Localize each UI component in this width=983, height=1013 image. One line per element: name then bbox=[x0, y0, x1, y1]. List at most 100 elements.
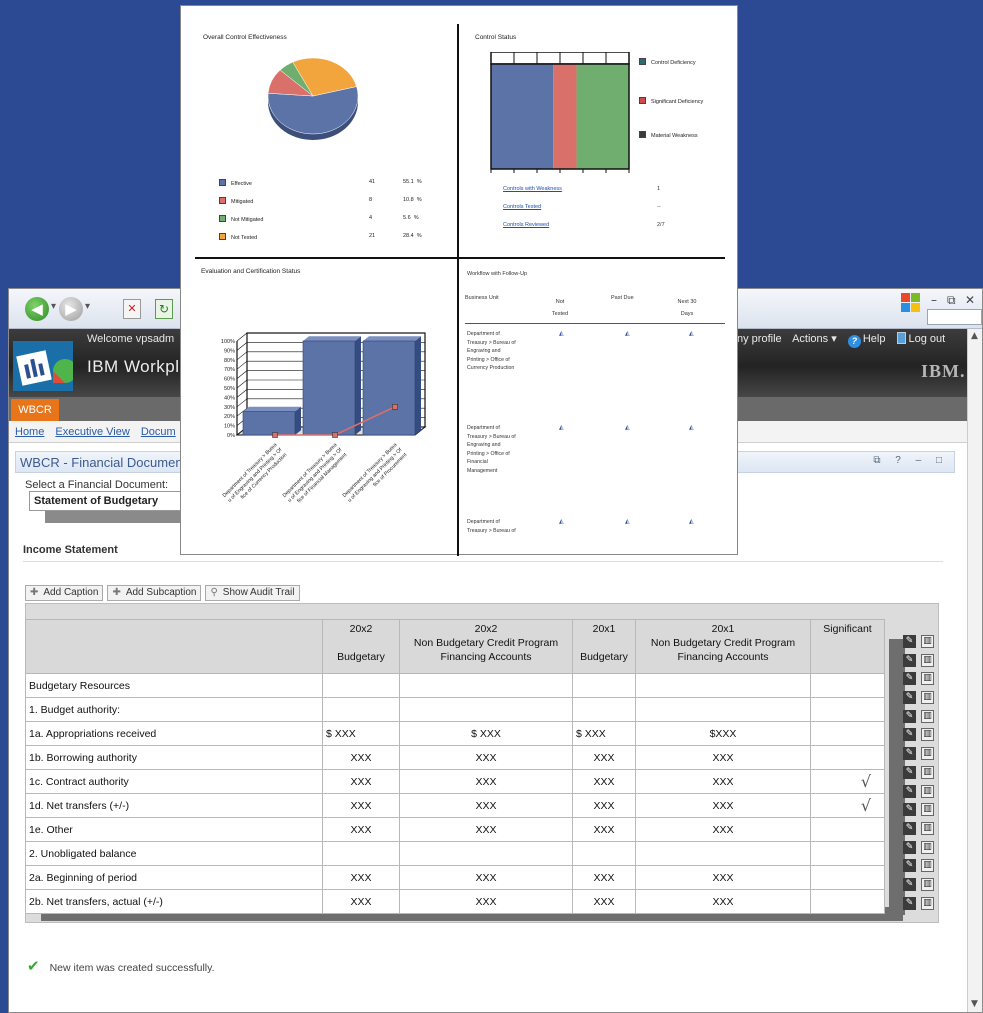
portlet-controls-icon[interactable]: ⧉ ? – □ bbox=[873, 455, 948, 466]
edit-icon[interactable]: ✎ bbox=[903, 728, 916, 742]
close-icon[interactable]: ✕ bbox=[965, 293, 975, 307]
edit-icon[interactable]: ✎ bbox=[903, 672, 916, 686]
edit-icon[interactable]: ✎ bbox=[903, 877, 916, 891]
row-actions-item: ✎ ▥ bbox=[901, 652, 941, 670]
table-row[interactable]: 1d. Net transfers (+/-) XXX XXX XXX XXX √ bbox=[25, 793, 885, 818]
delete-icon[interactable]: ▥ bbox=[921, 653, 934, 667]
legend-item: Significant Deficiency bbox=[639, 97, 709, 107]
legend-item: Not Tested bbox=[219, 233, 257, 241]
cell-20x2-budgetary: XXX bbox=[322, 865, 400, 890]
delete-icon[interactable]: ▥ bbox=[921, 747, 934, 761]
workflow-row-label[interactable]: Department of Treasury > Bureau of Engra… bbox=[467, 424, 517, 476]
minimize-icon[interactable]: – bbox=[931, 293, 937, 307]
edit-icon[interactable]: ✎ bbox=[903, 803, 916, 817]
scroll-down-icon[interactable]: ▼ bbox=[971, 999, 978, 1009]
cell-significant bbox=[810, 865, 885, 890]
edit-icon[interactable]: ✎ bbox=[903, 709, 916, 723]
legend-percent: 5.6 % bbox=[403, 215, 419, 221]
search-input[interactable] bbox=[927, 309, 982, 325]
cell-20x1-budgetary: XXX bbox=[572, 745, 636, 770]
actions-menu[interactable]: Actions ▾ bbox=[792, 333, 837, 345]
status-link[interactable]: Controls Reviewed bbox=[503, 222, 549, 228]
table-row[interactable]: 1e. Other XXX XXX XXX XXX bbox=[25, 817, 885, 842]
delete-icon[interactable]: ▥ bbox=[921, 765, 934, 779]
row-actions-item: ✎ ▥ bbox=[901, 801, 941, 819]
workflow-row-label[interactable]: Department of Treasury > Bureau of bbox=[467, 518, 517, 535]
edit-icon[interactable]: ✎ bbox=[903, 747, 916, 761]
stop-icon[interactable]: ✕ bbox=[123, 299, 141, 319]
table-row[interactable]: 2. Unobligated balance bbox=[25, 841, 885, 866]
workflow-row-label[interactable]: Department of Treasury > Bureau of Engra… bbox=[467, 330, 517, 373]
cell-significant bbox=[810, 817, 885, 842]
delete-icon[interactable]: ▥ bbox=[921, 840, 934, 854]
y-tick-label: 0% bbox=[227, 433, 235, 439]
nav-home[interactable]: Home bbox=[15, 426, 44, 438]
table-row[interactable]: 1. Budget authority: bbox=[25, 697, 885, 722]
tab-wbcr[interactable]: WBCR bbox=[11, 399, 59, 421]
table-row[interactable]: 1c. Contract authority XXX XXX XXX XXX √ bbox=[25, 769, 885, 794]
legend-percent: 10.8 % bbox=[403, 197, 422, 203]
delete-icon[interactable]: ▥ bbox=[921, 821, 934, 835]
forward-icon[interactable]: ▶ bbox=[59, 297, 83, 321]
edit-icon[interactable]: ✎ bbox=[903, 859, 916, 873]
cell-significant bbox=[810, 697, 885, 722]
status-link-value: 1 bbox=[657, 186, 661, 192]
scroll-up-icon[interactable]: ▲ bbox=[971, 331, 978, 341]
edit-icon[interactable]: ✎ bbox=[903, 821, 916, 835]
column-header-label bbox=[25, 619, 323, 674]
restore-icon[interactable]: ⧉ bbox=[947, 293, 956, 308]
status-segment bbox=[576, 64, 629, 169]
delete-icon[interactable]: ▥ bbox=[921, 803, 934, 817]
edit-icon[interactable]: ✎ bbox=[903, 691, 916, 705]
cell-20x2-financing: XXX bbox=[399, 793, 573, 818]
table-row[interactable]: Budgetary Resources bbox=[25, 673, 885, 698]
edit-icon[interactable]: ✎ bbox=[903, 896, 916, 910]
delete-icon[interactable]: ▥ bbox=[921, 859, 934, 873]
table-row[interactable]: 1a. Appropriations received $ XXX $ XXX $ X… bbox=[25, 721, 885, 746]
cell-20x1-financing: $XXX bbox=[635, 721, 811, 746]
delete-icon[interactable]: ▥ bbox=[921, 635, 934, 648]
delete-icon[interactable]: ▥ bbox=[921, 728, 934, 742]
vertical-scrollbar[interactable]: ▲ ▼ bbox=[967, 329, 982, 1012]
table-row[interactable]: 1b. Borrowing authority XXX XXX XXX XXX bbox=[25, 745, 885, 770]
status-link[interactable]: Controls with Weakness bbox=[503, 186, 562, 192]
table-row[interactable]: 2b. Net transfers, actual (+/-) XXX XXX XXX… bbox=[25, 889, 885, 914]
edit-icon[interactable]: ✎ bbox=[903, 784, 916, 798]
back-icon[interactable]: ◀ bbox=[25, 297, 49, 321]
table-row[interactable]: 2a. Beginning of period XXX XXX XXX XXX bbox=[25, 865, 885, 890]
cell-20x2-budgetary bbox=[322, 697, 400, 722]
my-profile-link[interactable]: ny profile bbox=[737, 333, 782, 345]
delete-icon[interactable]: ▥ bbox=[921, 896, 934, 910]
edit-icon[interactable]: ✎ bbox=[903, 840, 916, 854]
nav-documents[interactable]: Docum bbox=[141, 426, 176, 438]
cell-20x1-financing bbox=[635, 697, 811, 722]
row-actions-item: ✎ ▥ bbox=[901, 839, 941, 857]
add-caption-button[interactable]: ✚ Add Caption bbox=[25, 585, 104, 601]
add-subcaption-button[interactable]: ✚ Add Subcaption bbox=[107, 585, 202, 601]
cell-20x2-financing: XXX bbox=[399, 889, 573, 914]
status-link[interactable]: Controls Tested bbox=[503, 204, 541, 210]
y-tick-label: 90% bbox=[224, 348, 235, 354]
delete-icon[interactable]: ▥ bbox=[921, 709, 934, 723]
edit-icon[interactable]: ✎ bbox=[903, 765, 916, 779]
refresh-icon[interactable]: ↻ bbox=[155, 299, 173, 319]
nav-executive-view[interactable]: Executive View bbox=[55, 426, 129, 438]
logout-link[interactable]: Log out bbox=[896, 332, 945, 345]
help-link[interactable]: ? Help bbox=[847, 333, 885, 348]
show-audit-trail-button[interactable]: ⚲ Show Audit Trail bbox=[205, 585, 300, 601]
back-dropdown-icon[interactable]: ▾ bbox=[51, 301, 56, 312]
delete-icon[interactable]: ▥ bbox=[921, 784, 934, 798]
cell-20x1-budgetary: $ XXX bbox=[572, 721, 636, 746]
grid-line bbox=[236, 351, 248, 361]
forward-dropdown-icon[interactable]: ▾ bbox=[85, 301, 90, 312]
delete-icon[interactable]: ▥ bbox=[921, 691, 934, 705]
edit-icon[interactable]: ✎ bbox=[903, 653, 916, 667]
cell-significant bbox=[810, 721, 885, 746]
edit-icon[interactable]: ✎ bbox=[903, 635, 916, 648]
delete-icon[interactable]: ▥ bbox=[921, 877, 934, 891]
cell-20x1-budgetary: XXX bbox=[572, 865, 636, 890]
legend-swatch bbox=[219, 233, 226, 240]
cell-20x1-financing: XXX bbox=[635, 793, 811, 818]
workflow-header: Business Unit bbox=[465, 295, 499, 301]
delete-icon[interactable]: ▥ bbox=[921, 672, 934, 686]
